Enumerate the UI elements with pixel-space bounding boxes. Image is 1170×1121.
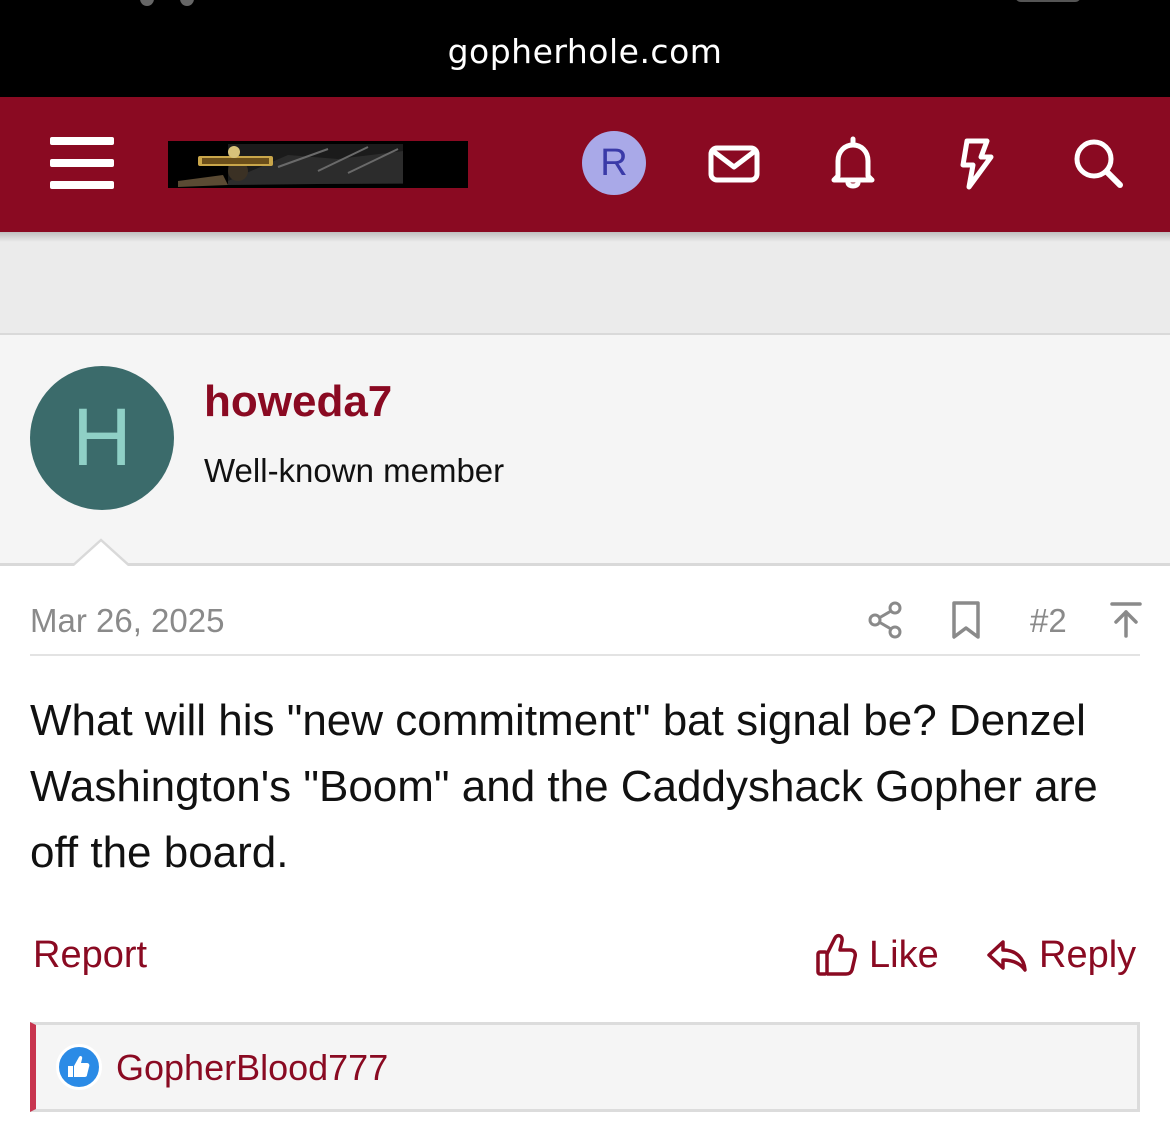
like-label: Like [869, 934, 939, 976]
header-shadow [0, 232, 1170, 242]
post-number[interactable]: #2 [1030, 602, 1067, 640]
share-icon[interactable] [866, 600, 906, 640]
search-icon[interactable] [1066, 131, 1130, 195]
site-logo[interactable] [168, 141, 468, 188]
account-avatar[interactable]: R [582, 131, 646, 195]
site-header: R [0, 97, 1170, 232]
author-title: Well-known member [204, 452, 505, 489]
battery-indicator [1015, 0, 1081, 2]
post-author-block: H howeda7 Well-known member [0, 335, 1170, 565]
report-link[interactable]: Report [33, 934, 147, 977]
reply-arrow-icon [987, 940, 1027, 972]
status-indicators [140, 0, 220, 6]
logo-image [168, 141, 468, 188]
bookmark-icon[interactable] [948, 600, 984, 640]
post-body: What will his "new commitment" bat signa… [30, 696, 1098, 877]
bell-icon[interactable] [821, 131, 885, 195]
menu-icon[interactable] [50, 135, 114, 191]
reaction-users[interactable]: GopherBlood777 [116, 1047, 388, 1089]
reply-label: Reply [1039, 934, 1137, 976]
thumbs-up-icon [56, 1044, 102, 1090]
browser-url-bar[interactable]: gopherhole.com [0, 0, 1170, 97]
avatar[interactable]: H [30, 366, 174, 510]
bolt-icon[interactable] [943, 131, 1007, 195]
arrow-up-to-top-icon[interactable] [1108, 600, 1144, 640]
page: gopherhole.com R H howeda7 Well-known me… [0, 0, 1170, 1121]
thumbs-up-icon [816, 933, 857, 976]
envelope-icon[interactable] [702, 131, 766, 195]
post: Mar 26, 2025 #2 What will his "new commi… [0, 566, 1170, 1121]
post-date[interactable]: Mar 26, 2025 [30, 602, 224, 640]
author-username[interactable]: howeda7 [204, 377, 392, 427]
url-text[interactable]: gopherhole.com [0, 32, 1170, 71]
content-spacer [0, 232, 1170, 335]
divider [30, 654, 1140, 656]
reactions-bar[interactable]: GopherBlood777 [30, 1022, 1140, 1112]
